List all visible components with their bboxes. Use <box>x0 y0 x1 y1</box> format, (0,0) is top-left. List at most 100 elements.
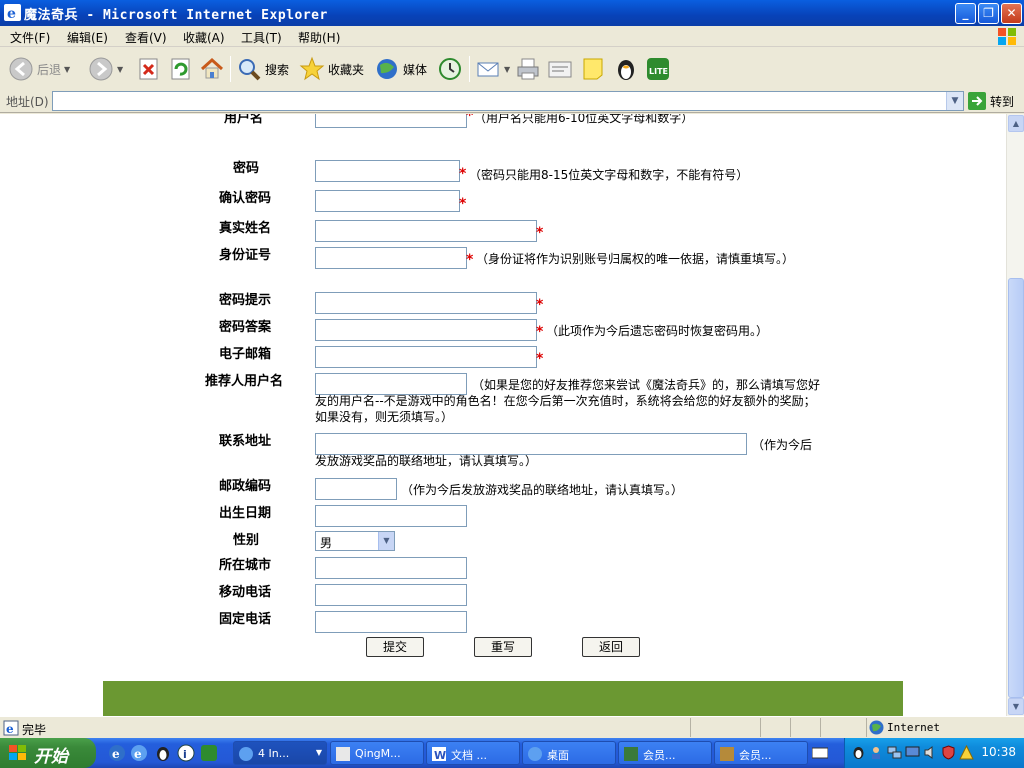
scroll-up-icon[interactable]: ▲ <box>1008 115 1024 132</box>
password-hint-input[interactable] <box>315 292 537 314</box>
username-label: 用户名 <box>224 114 264 126</box>
edit-button[interactable] <box>547 54 573 84</box>
required-mark: * <box>536 324 544 340</box>
required-mark: * <box>536 351 544 367</box>
chevron-down-icon: ▼ <box>315 748 322 757</box>
phone-label: 固定电话 <box>219 612 272 627</box>
svg-text:e: e <box>6 722 14 736</box>
favorites-button[interactable]: 收藏夹 <box>299 54 364 84</box>
restore-button[interactable]: ❐ <box>978 3 999 24</box>
penguin-icon <box>618 60 634 80</box>
chevron-down-icon[interactable]: ▼ <box>64 65 70 74</box>
taskbar-item-member-2[interactable]: 会员... <box>714 741 808 765</box>
app-icon <box>336 747 350 761</box>
menu-view[interactable]: 查看(V) <box>125 29 167 46</box>
shield-icon[interactable] <box>941 745 956 760</box>
ie-icon <box>528 747 542 761</box>
gender-select[interactable]: 男 ▼ <box>315 531 395 551</box>
qq-button[interactable] <box>613 54 639 84</box>
qq-lite-icon[interactable] <box>200 744 218 762</box>
back-arrow-icon <box>9 57 33 81</box>
address-note: （作为今后发放游戏奖品的联络地址，请认真填写。） <box>315 438 813 468</box>
ie-quicklaunch-icon[interactable]: e <box>108 744 126 762</box>
chevron-down-icon[interactable]: ▼ <box>504 65 510 74</box>
users-icon[interactable] <box>869 745 884 760</box>
realname-input[interactable] <box>315 220 537 242</box>
back-form-button[interactable]: 返回 <box>582 637 640 657</box>
search-button[interactable]: 搜索 <box>236 54 289 84</box>
home-button[interactable] <box>199 54 225 84</box>
history-button[interactable] <box>437 54 463 84</box>
menu-edit[interactable]: 编辑(E) <box>67 29 108 46</box>
idcard-note: （身份证将作为识别账号归属权的唯一依据，请慎重填写。） <box>476 252 795 266</box>
system-tray: 10:38 <box>844 738 1024 768</box>
address-input[interactable]: ▼ <box>52 91 964 111</box>
security-alert-icon[interactable] <box>959 745 974 760</box>
info-icon[interactable]: i <box>177 744 195 762</box>
monitor-icon[interactable] <box>905 745 920 760</box>
username-note: （用户名只能用6-10位英文字母和数字） <box>474 114 694 125</box>
network-icon[interactable] <box>887 745 902 760</box>
minimize-button[interactable]: _ <box>955 3 976 24</box>
forward-arrow-icon <box>89 57 113 81</box>
submit-button[interactable]: 提交 <box>366 637 424 657</box>
birthday-label: 出生日期 <box>219 506 272 521</box>
keyboard-icon[interactable] <box>812 746 828 760</box>
menu-file[interactable]: 文件(F) <box>10 29 50 46</box>
status-text: 完毕 <box>22 723 47 737</box>
scroll-thumb[interactable] <box>1008 278 1024 698</box>
word-icon: W <box>432 747 446 762</box>
menu-favorites[interactable]: 收藏(A) <box>183 29 225 46</box>
penguin-icon[interactable] <box>154 744 172 762</box>
notes-button[interactable] <box>580 54 606 84</box>
confirm-password-input[interactable] <box>315 190 460 212</box>
email-input[interactable] <box>315 346 537 368</box>
start-button[interactable]: 开始 <box>0 738 96 768</box>
forward-button[interactable]: ▼ <box>88 54 123 84</box>
taskbar-item-document[interactable]: W 文档 ... <box>426 741 520 765</box>
password-answer-note: （此项作为今后遗忘密码时恢复密码用。） <box>546 324 769 338</box>
username-input[interactable] <box>315 114 467 128</box>
stop-button[interactable] <box>136 54 162 84</box>
chevron-down-icon[interactable]: ▼ <box>117 65 123 74</box>
scroll-down-icon[interactable]: ▼ <box>1008 698 1024 715</box>
required-mark: * <box>459 196 467 212</box>
qq-lite-button[interactable]: LITE <box>645 54 671 84</box>
city-input[interactable] <box>315 557 467 579</box>
gender-label: 性别 <box>233 533 260 548</box>
taskbar-item-ie[interactable]: 4 In... ▼ <box>233 741 327 765</box>
menu-bar: 文件(F) 编辑(E) 查看(V) 收藏(A) 工具(T) 帮助(H) <box>0 26 1024 47</box>
search-icon <box>239 59 261 81</box>
refresh-icon <box>171 58 190 80</box>
taskbar-item-member-1[interactable]: 会员... <box>618 741 712 765</box>
penguin-icon[interactable] <box>851 745 866 760</box>
chevron-down-icon[interactable]: ▼ <box>378 532 394 550</box>
mobile-input[interactable] <box>315 584 467 606</box>
mail-button[interactable]: ▼ <box>475 54 510 84</box>
chevron-down-icon[interactable]: ▼ <box>946 92 963 110</box>
volume-icon[interactable] <box>923 745 938 760</box>
title-bar[interactable]: e 魔法奇兵 - Microsoft Internet Explorer _ ❐… <box>0 0 1024 26</box>
postcode-input[interactable] <box>315 478 397 500</box>
ie-quicklaunch-icon-2[interactable]: e <box>130 744 148 762</box>
menu-help[interactable]: 帮助(H) <box>298 29 340 46</box>
history-icon <box>439 58 461 80</box>
media-button[interactable]: 媒体 <box>374 54 427 84</box>
birthday-input[interactable] <box>315 505 467 527</box>
go-button[interactable]: 转到 <box>968 91 1014 111</box>
refresh-button[interactable] <box>168 54 194 84</box>
menu-tools[interactable]: 工具(T) <box>241 29 282 46</box>
home-icon <box>200 57 224 79</box>
taskbar-item-desktop[interactable]: 桌面 <box>522 741 616 765</box>
close-button[interactable]: ✕ <box>1001 3 1022 24</box>
qq-lite-icon: LITE <box>647 58 669 80</box>
windows-logo-icon <box>998 28 1016 45</box>
phone-input[interactable] <box>315 611 467 633</box>
password-answer-input[interactable] <box>315 319 537 341</box>
vertical-scrollbar[interactable]: ▲ ▼ <box>1006 114 1024 716</box>
print-button[interactable] <box>515 54 541 84</box>
taskbar-item-qingm[interactable]: QingM... <box>330 741 424 765</box>
back-button[interactable]: 后退 ▼ <box>8 54 70 84</box>
reset-button[interactable]: 重写 <box>474 637 532 657</box>
password-input[interactable] <box>315 160 460 182</box>
